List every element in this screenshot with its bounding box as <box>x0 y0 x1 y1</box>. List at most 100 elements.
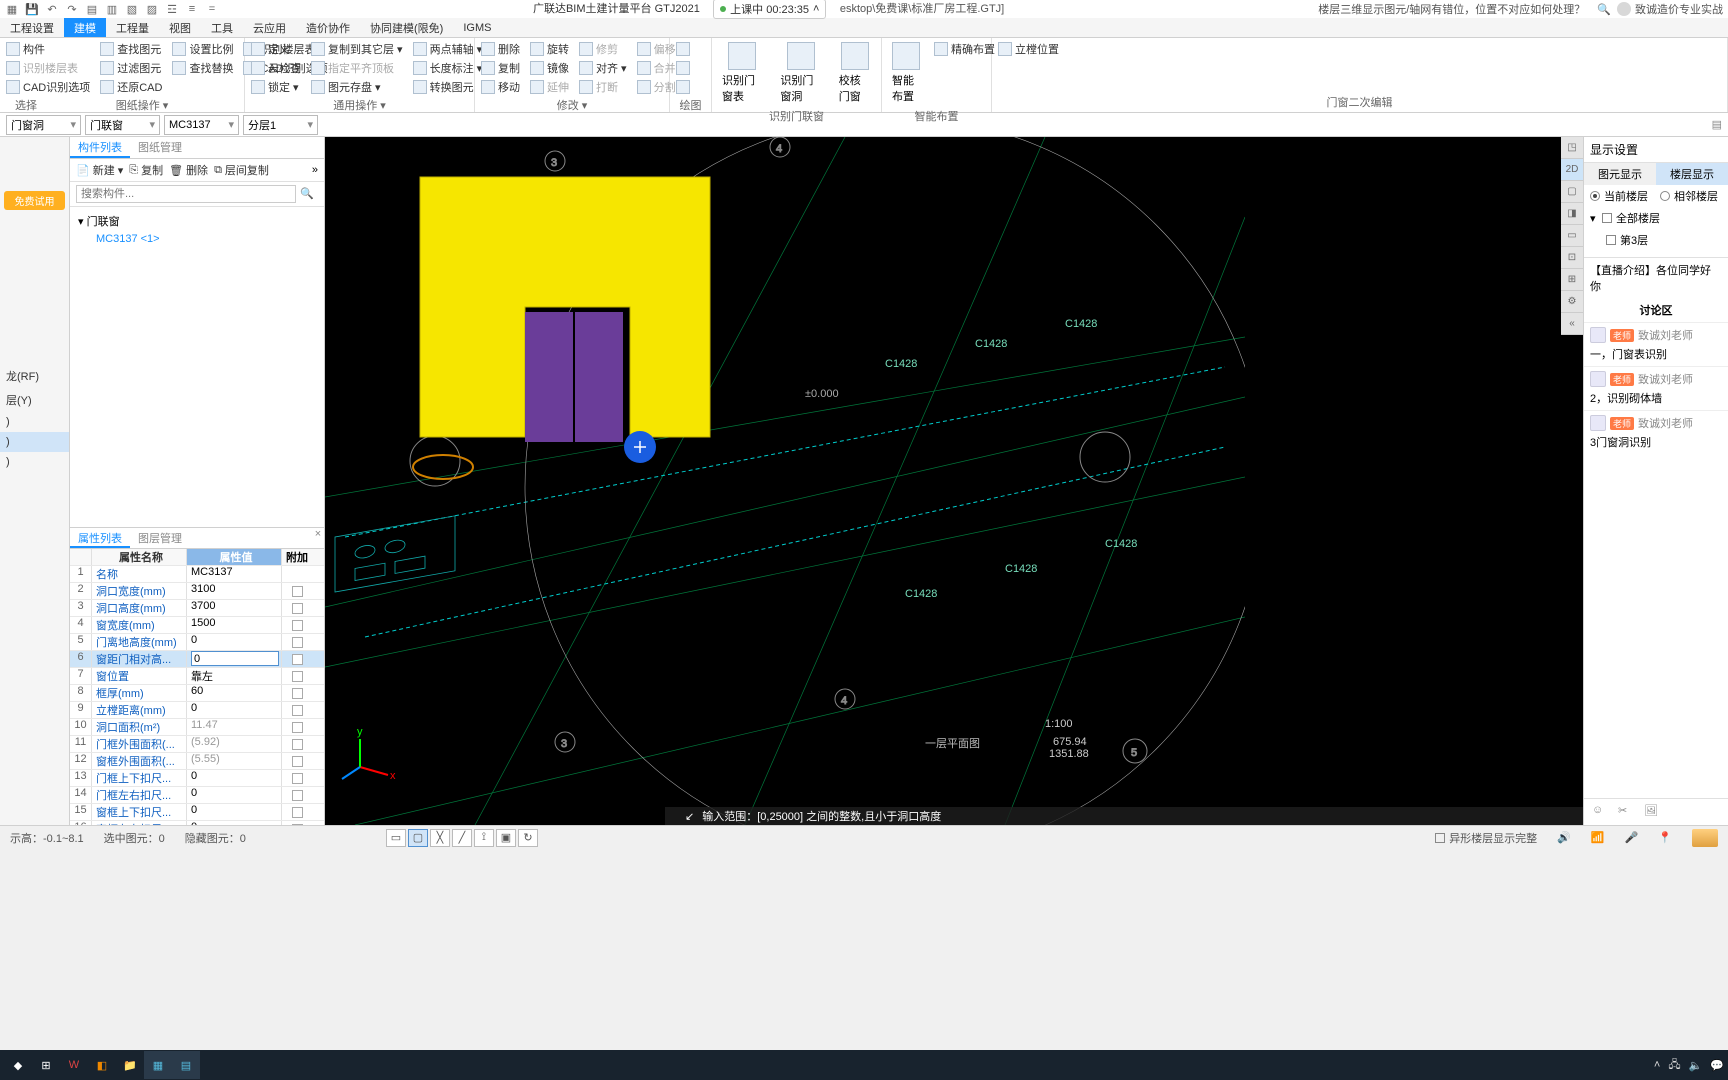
ptab-layers[interactable]: 图层管理 <box>130 528 190 548</box>
rtab-elem[interactable]: 图元显示 <box>1584 163 1656 185</box>
side-item-active[interactable]: ) <box>0 432 69 452</box>
rb-delete[interactable]: 删除 <box>481 40 520 57</box>
vt-box-icon[interactable]: ▢ <box>1561 181 1583 203</box>
prop-row-7[interactable]: 7 窗位置 靠左 <box>70 668 324 685</box>
rb-component[interactable]: 构件 <box>6 40 90 57</box>
rb-smart-layout[interactable]: 智能布置 <box>888 40 924 106</box>
prop-row-12[interactable]: 12 窗框外围面积(... (5.55) <box>70 753 324 770</box>
vt-sel-icon[interactable]: ▭ <box>1561 225 1583 247</box>
trial-pill[interactable]: 免费试用 <box>4 191 65 210</box>
tab-igms[interactable]: IGMS <box>453 18 501 37</box>
prop-row-3[interactable]: 3 洞口高度(mm) 3700 <box>70 600 324 617</box>
prop-row-11[interactable]: 11 门框外围面积(... (5.92) <box>70 736 324 753</box>
sb-btn-3[interactable]: ╳ <box>430 829 450 847</box>
prop-row-4[interactable]: 4 窗宽度(mm) 1500 <box>70 617 324 634</box>
tray-net-icon[interactable]: 🖧 <box>1668 1056 1680 1075</box>
side-item-4[interactable]: ) <box>0 452 69 472</box>
rb-cloudcheck[interactable]: 云检查 <box>251 59 301 76</box>
prop-checkbox[interactable] <box>292 773 303 784</box>
emoji-icon[interactable]: ☺ <box>1592 804 1608 820</box>
rb-align[interactable]: 对齐 ▾ <box>579 59 627 76</box>
prop-checkbox[interactable] <box>292 824 303 826</box>
sb-speaker-icon[interactable]: 🔊 <box>1557 831 1571 844</box>
prop-row-14[interactable]: 14 门框左右扣尺... 0 <box>70 787 324 804</box>
group-generic[interactable]: 通用操作 ▾ <box>251 95 468 113</box>
rb-check-door[interactable]: 校核门窗 <box>835 40 875 106</box>
vt-expand-icon[interactable]: « <box>1561 313 1583 335</box>
sb-btn-7[interactable]: ↻ <box>518 829 538 847</box>
side-item-rf[interactable]: 龙(RF) <box>0 364 69 388</box>
tab-quantity[interactable]: 工程量 <box>106 18 159 37</box>
vt-c2-icon[interactable]: ⊞ <box>1561 269 1583 291</box>
dd-layer[interactable]: 分层1 <box>243 115 318 135</box>
qat-redo[interactable]: ↷ <box>65 2 79 16</box>
qat-undo[interactable]: ↶ <box>45 2 59 16</box>
prop-row-16[interactable]: 16 窗框左右扣尺... 0 <box>70 821 324 825</box>
ct-copy[interactable]: ⎘复制 <box>129 162 163 178</box>
image-icon[interactable]: 🖼 <box>1644 804 1660 820</box>
sb-chk-footer[interactable]: 异形楼层显示完整 <box>1435 830 1537 846</box>
ptab-component-list[interactable]: 构件列表 <box>70 137 130 158</box>
sb-btn-4[interactable]: ╱ <box>452 829 472 847</box>
rb-flat-top[interactable]: 指定平齐顶板 <box>311 59 403 76</box>
prop-row-9[interactable]: 9 立樘距离(mm) 0 <box>70 702 324 719</box>
chk-floor-3[interactable] <box>1606 235 1616 245</box>
tb-gtj[interactable]: ▦ <box>144 1051 172 1079</box>
ptab-props[interactable]: 属性列表 <box>70 528 130 548</box>
chk-all-floors[interactable] <box>1602 213 1612 223</box>
radio-adjacent-floor[interactable] <box>1660 191 1670 201</box>
prop-value-input[interactable] <box>191 651 279 666</box>
ct-new[interactable]: 📄新建 ▾ <box>76 162 123 178</box>
sb-mic-icon[interactable]: 🎤 <box>1625 831 1639 844</box>
prop-checkbox[interactable] <box>292 671 303 682</box>
prop-checkbox[interactable] <box>292 586 303 597</box>
qat-7[interactable]: ☲ <box>165 2 179 16</box>
tb-app1[interactable]: W <box>60 1051 88 1079</box>
vt-c1-icon[interactable]: ⊡ <box>1561 247 1583 269</box>
rb-copy-other[interactable]: 复制到其它层 ▾ <box>311 40 403 57</box>
prop-row-15[interactable]: 15 窗框上下扣尺... 0 <box>70 804 324 821</box>
radio-current-floor[interactable] <box>1590 191 1600 201</box>
qat-menu[interactable]: ▦ <box>5 2 19 16</box>
sb-btn-1[interactable]: ▭ <box>386 829 406 847</box>
tab-cloud[interactable]: 云应用 <box>243 18 296 37</box>
rb-convert[interactable]: 转换图元 <box>413 78 483 95</box>
rb-identify-door-table[interactable]: 识别门窗表 <box>718 40 766 106</box>
dd-category[interactable]: 门窗洞 <box>6 115 81 135</box>
rb-lock[interactable]: 锁定 ▾ <box>251 78 301 95</box>
rb-two-point[interactable]: 两点辅轴 ▾ <box>413 40 483 57</box>
close-props-icon[interactable]: × <box>312 528 324 548</box>
rb-length-dim[interactable]: 长度标注 ▾ <box>413 59 483 76</box>
qat-6[interactable]: ▨ <box>145 2 159 16</box>
dd-component[interactable]: MC3137 <box>164 115 239 135</box>
viewport-3d[interactable]: 4 3 5 4 3 <box>325 137 1583 825</box>
more-icon[interactable]: » <box>312 164 318 176</box>
tray-up-icon[interactable]: ˄ <box>1654 1059 1660 1071</box>
rb-cad-opts[interactable]: 查找替换 <box>172 59 233 76</box>
rb-copy[interactable]: 复制 <box>481 59 520 76</box>
rb-set-scale[interactable]: 设置比例 <box>172 40 233 57</box>
qat-save[interactable]: 💾 <box>25 2 39 16</box>
tab-collab[interactable]: 协同建模(限免) <box>360 18 453 37</box>
prop-checkbox[interactable] <box>292 620 303 631</box>
rb-break[interactable]: 打断 <box>579 78 627 95</box>
prop-checkbox[interactable] <box>292 756 303 767</box>
group-modify[interactable]: 修改 ▾ <box>481 95 663 113</box>
ptab-paper-manage[interactable]: 图纸管理 <box>130 137 190 158</box>
vt-cube-icon[interactable]: ◳ <box>1561 137 1583 159</box>
qat-9[interactable]: = <box>205 2 219 16</box>
vt-iso-icon[interactable]: ◨ <box>1561 203 1583 225</box>
prop-row-8[interactable]: 8 框厚(mm) 60 <box>70 685 324 702</box>
tb-app3[interactable]: ▤ <box>172 1051 200 1079</box>
prop-row-10[interactable]: 10 洞口面积(m²) 11.47 <box>70 719 324 736</box>
tb-folder[interactable]: 📁 <box>116 1051 144 1079</box>
side-item-3[interactable]: ) <box>0 412 69 432</box>
sb-btn-5[interactable]: ⟟ <box>474 829 494 847</box>
rb-precise-layout[interactable]: 精确布置 <box>934 40 995 57</box>
rb-elem-save[interactable]: 图元存盘 ▾ <box>311 78 403 95</box>
prop-checkbox[interactable] <box>292 705 303 716</box>
rb-find-replace[interactable]: 过滤图元 <box>100 59 162 76</box>
tray-vol-icon[interactable]: 🔈 <box>1689 1059 1703 1072</box>
rb-identify-door-hole[interactable]: 识别门窗洞 <box>776 40 824 106</box>
side-item-y[interactable]: 层(Y) <box>0 388 69 412</box>
